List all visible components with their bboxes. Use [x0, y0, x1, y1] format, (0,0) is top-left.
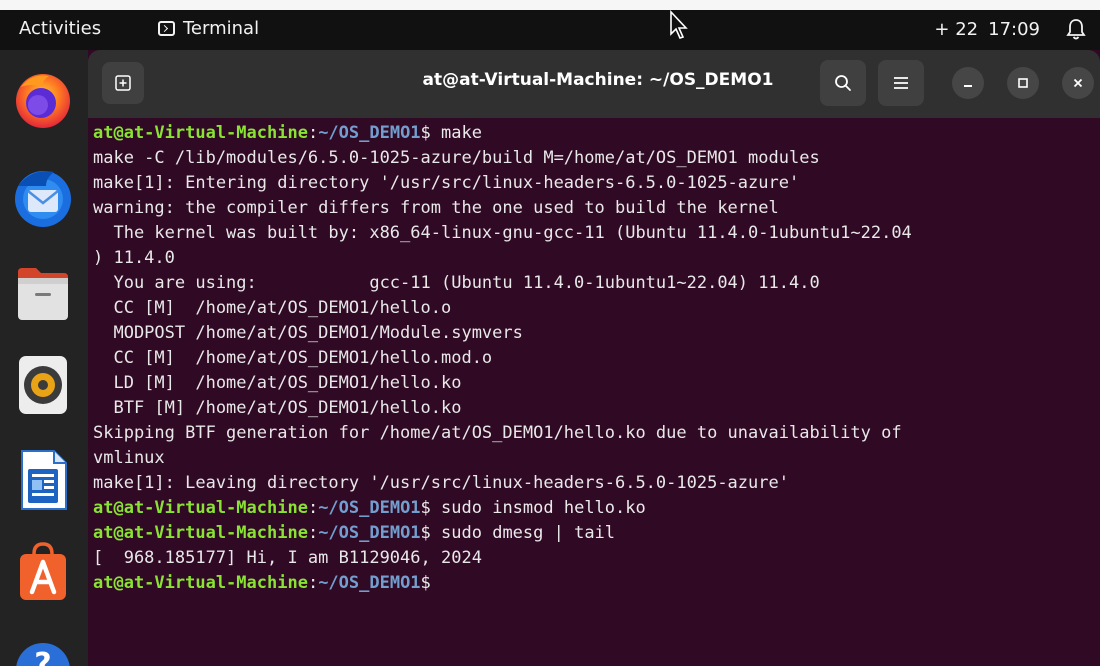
prompt-path: ~/OS_DEMO1 — [318, 498, 421, 518]
command-text: make — [430, 123, 482, 143]
terminal-line: CC [M] /home/at/OS_DEMO1/hello.o — [93, 298, 452, 318]
prompt-separator: : — [307, 573, 319, 593]
terminal-line: at@at-Virtual-Machine:~/OS_DEMO1$ — [93, 571, 1100, 596]
prompt-path: ~/OS_DEMO1 — [318, 523, 421, 543]
terminal-headerbar[interactable]: at@at-Virtual-Machine: ~/OS_DEMO1 — [88, 50, 1100, 118]
notification-bell-icon[interactable] — [1066, 18, 1086, 40]
terminal-line: LD [M] /home/at/OS_DEMO1/hello.ko — [93, 373, 462, 393]
prompt-path: ~/OS_DEMO1 — [318, 123, 421, 143]
terminal-line: Skipping BTF generation for /home/at/OS_… — [93, 423, 902, 443]
thunderbird-icon — [15, 171, 71, 227]
dock-firefox[interactable] — [10, 66, 76, 132]
prompt-end: $ — [420, 573, 431, 593]
terminal-line: make[1]: Entering directory '/usr/src/li… — [93, 173, 800, 193]
command-text: sudo insmod hello.ko — [430, 498, 646, 518]
menu-button[interactable] — [878, 60, 924, 106]
dock-app-center[interactable] — [10, 538, 76, 604]
app-menu-label: Terminal — [183, 18, 260, 39]
app-menu-terminal[interactable]: Terminal — [158, 18, 259, 39]
terminal-line: The kernel was built by: x86_64-linux-gn… — [93, 223, 912, 243]
prompt-end: $ — [420, 498, 431, 518]
terminal-line: at@at-Virtual-Machine:~/OS_DEMO1$ sudo i… — [93, 496, 1100, 521]
terminal-line: ) 11.4.0 — [93, 248, 175, 268]
prompt-end: $ — [420, 523, 431, 543]
prompt-user: at@at-Virtual-Machine — [93, 523, 308, 543]
maximize-button[interactable] — [1007, 67, 1039, 99]
terminal-line: vmlinux — [93, 448, 165, 468]
dock-rhythmbox[interactable] — [10, 352, 76, 418]
terminal-line: MODPOST /home/at/OS_DEMO1/Module.symvers — [93, 323, 523, 343]
terminal-line: make -C /lib/modules/6.5.0-1025-azure/bu… — [93, 148, 820, 168]
rhythmbox-icon — [19, 356, 67, 414]
firefox-icon — [16, 74, 70, 128]
terminal-window[interactable]: at@at-Virtual-Machine: ~/OS_DEMO1 at@at-… — [88, 50, 1100, 666]
terminal-line: BTF [M] /home/at/OS_DEMO1/hello.ko — [93, 398, 462, 418]
window-title-text: at@at-Virtual-Machine: ~/OS_DEMO1 — [422, 70, 774, 90]
terminal-line: [ 968.185177] Hi, I am B1129046, 2024 — [93, 548, 482, 568]
terminal-line: You are using: gcc-11 (Ubuntu 11.4.0-1ub… — [93, 273, 820, 293]
clock[interactable]: 17:09 — [988, 19, 1040, 40]
minimize-button[interactable] — [952, 67, 984, 99]
top-bar: Activities Terminal + 22 17:09 — [0, 10, 1100, 50]
terminal-line: warning: the compiler differs from the o… — [93, 198, 779, 218]
dock-thunderbird[interactable] — [10, 164, 76, 230]
terminal-line: make[1]: Leaving directory '/usr/src/lin… — [93, 473, 789, 493]
dock-help[interactable]: ? — [10, 626, 76, 666]
window-title: at@at-Virtual-Machine: ~/OS_DEMO1 — [88, 70, 1100, 90]
command-text: sudo dmesg | tail — [430, 523, 616, 543]
dock-writer[interactable] — [10, 447, 76, 513]
activities-button[interactable]: Activities — [19, 18, 101, 39]
files-icon — [18, 268, 68, 320]
prompt-separator: : — [307, 523, 319, 543]
top-strip — [0, 0, 1100, 10]
terminal-icon — [158, 21, 175, 36]
maximize-icon — [1018, 78, 1028, 88]
app-center-icon — [20, 542, 66, 600]
terminal-output[interactable]: at@at-Virtual-Machine:~/OS_DEMO1$ make m… — [93, 118, 1100, 666]
mouse-pointer-icon — [670, 10, 688, 39]
search-button[interactable] — [820, 60, 866, 106]
terminal-line: at@at-Virtual-Machine:~/OS_DEMO1$ sudo d… — [93, 521, 1100, 546]
prompt-separator: : — [307, 498, 319, 518]
terminal-line: CC [M] /home/at/OS_DEMO1/hello.mod.o — [93, 348, 493, 368]
terminal-line: at@at-Virtual-Machine:~/OS_DEMO1$ make — [93, 121, 1100, 146]
prompt-user: at@at-Virtual-Machine — [93, 573, 308, 593]
status-text: + 22 — [934, 18, 979, 40]
close-button[interactable] — [1062, 67, 1094, 99]
minimize-icon — [964, 85, 972, 87]
dock-files[interactable] — [10, 260, 76, 326]
prompt-separator: : — [307, 123, 319, 143]
system-tray[interactable]: + 22 17:09 — [934, 18, 1086, 40]
desktop-screen: Activities Terminal + 22 17:09 ? at@at-V… — [0, 0, 1100, 666]
hamburger-menu-icon — [894, 77, 908, 89]
help-icon: ? — [16, 643, 70, 666]
libreoffice-writer-icon — [21, 450, 67, 510]
search-icon — [835, 75, 851, 91]
dock: ? — [0, 50, 88, 666]
prompt-path: ~/OS_DEMO1 — [318, 573, 421, 593]
prompt-user: at@at-Virtual-Machine — [93, 123, 308, 143]
prompt-end: $ — [420, 123, 431, 143]
svg-text:?: ? — [34, 647, 51, 666]
prompt-user: at@at-Virtual-Machine — [93, 498, 308, 518]
close-icon — [1073, 78, 1083, 88]
